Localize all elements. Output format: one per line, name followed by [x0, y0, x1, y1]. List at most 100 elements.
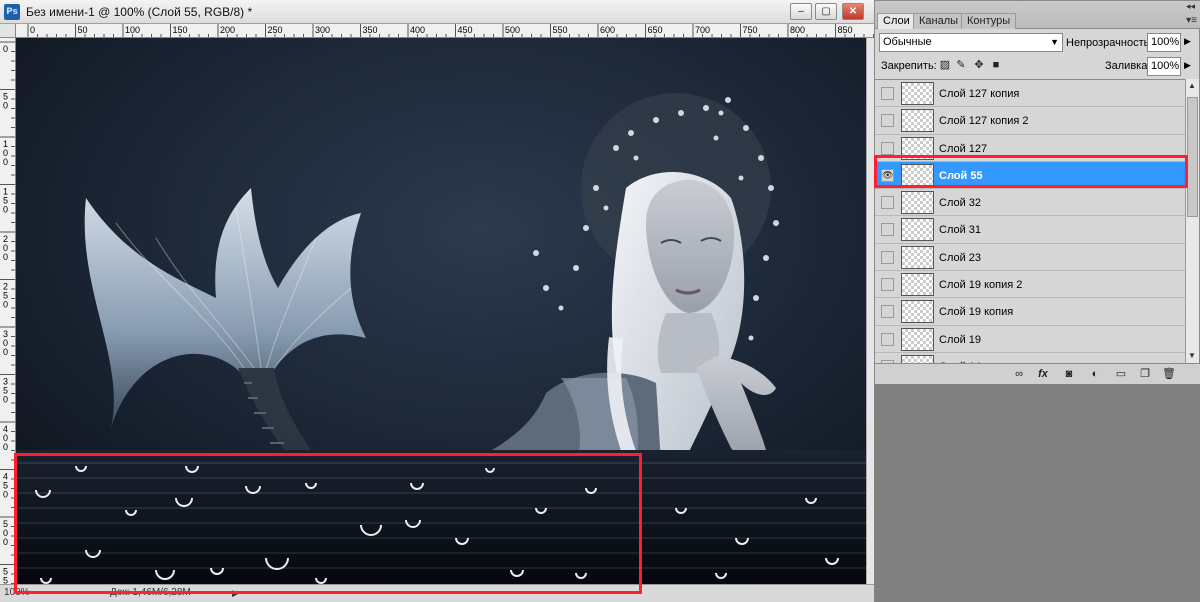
minimize-button[interactable]: –	[790, 3, 812, 20]
blend-mode-value: Обычные	[883, 36, 932, 48]
layers-panel-toolbar: ∞ fx ◙ ◐ ▭ ❐ 🗑	[875, 363, 1200, 384]
fill-arrow-icon[interactable]: ▶	[1184, 60, 1191, 71]
ruler-tick-label: 750	[743, 25, 758, 35]
layer-thumbnail	[901, 300, 934, 324]
ruler-tick-label: 800	[790, 25, 805, 35]
ruler-tick-label: 500	[505, 25, 520, 35]
scroll-down-icon[interactable]: ▼	[1188, 351, 1196, 360]
new-layer-icon[interactable]: ❐	[1137, 367, 1153, 382]
layer-list: Слой 127 копия Слой 127 копия 2 Слой 127 👁 С…	[875, 79, 1185, 363]
layer-row[interactable]: Слой 127 копия	[875, 80, 1185, 108]
tab-channels[interactable]: Каналы	[913, 13, 965, 29]
layer-row[interactable]: Слой 127 копия 2	[875, 107, 1185, 135]
ruler-tick-label: 350	[363, 25, 378, 35]
ruler-tick-label: 0	[3, 490, 8, 500]
opacity-input[interactable]: 100%	[1147, 33, 1181, 52]
layer-row[interactable]: Слой 32	[875, 189, 1185, 217]
close-button[interactable]: ✕	[842, 3, 864, 20]
water-highlight-box	[14, 453, 642, 594]
visibility-eye-icon[interactable]	[881, 196, 894, 210]
ruler-origin[interactable]	[0, 24, 16, 38]
photoshop-app-icon: Ps	[4, 4, 20, 20]
layer-thumbnail	[901, 82, 934, 105]
chevron-down-icon: ▼	[1050, 37, 1059, 47]
layer-row[interactable]: Слой 14	[875, 352, 1185, 363]
lock-position-icon[interactable]: ✥	[973, 59, 985, 71]
ruler-tick-label: 0	[3, 442, 8, 452]
tab-paths[interactable]: Контуры	[961, 13, 1017, 29]
new-group-icon[interactable]: ▭	[1113, 367, 1129, 382]
scroll-thumb[interactable]	[1187, 97, 1198, 217]
ruler-tick-label: 50	[78, 25, 88, 35]
opacity-label: Непрозрачность:	[1066, 37, 1153, 49]
add-mask-icon[interactable]: ◙	[1061, 367, 1077, 382]
tab-layers[interactable]: Слои	[877, 13, 916, 29]
panel-tabs: Слои Каналы Контуры ◂◂ ▾≡	[875, 1, 1200, 29]
link-layers-icon[interactable]: ∞	[1011, 367, 1027, 382]
document-titlebar[interactable]: Ps Без имени-1 @ 100% (Слой 55, RGB/8) *…	[0, 0, 874, 24]
photoshop-workspace: Ps Без имени-1 @ 100% (Слой 55, RGB/8) *…	[0, 0, 1200, 602]
scroll-up-icon[interactable]: ▲	[1188, 81, 1196, 90]
fill-input[interactable]: 100%	[1147, 57, 1181, 76]
layer-name: Слой 19 копия 2	[939, 279, 1023, 292]
visibility-eye-icon[interactable]	[881, 250, 894, 264]
ruler-tick-label: 0	[3, 395, 8, 405]
blend-mode-select[interactable]: Обычные ▼	[879, 33, 1063, 52]
layer-thumbnail	[901, 327, 934, 351]
layer-thumbnail	[901, 109, 934, 133]
opacity-arrow-icon[interactable]: ▶	[1184, 36, 1191, 47]
layer-row[interactable]: Слой 23	[875, 243, 1185, 272]
layer-name: Слой 32	[939, 197, 982, 210]
visibility-eye-icon[interactable]	[881, 332, 894, 346]
lock-brush-icon[interactable]: ✎	[955, 59, 967, 71]
restore-button[interactable]: ▢	[815, 3, 837, 20]
layer-row[interactable]: Слой 19 копия 2	[875, 271, 1185, 299]
ruler-tick-label: 0	[3, 300, 8, 310]
collapse-panel-icon[interactable]: ◂◂	[1186, 1, 1195, 12]
visibility-eye-icon[interactable]	[881, 87, 894, 100]
document-title: Без имени-1 @ 100% (Слой 55, RGB/8) *	[26, 5, 253, 19]
horizontal-ruler[interactable]: 0 50 100 150 200 250 300 350 400 450 500 550 600 650 7…	[16, 24, 874, 38]
visibility-eye-icon[interactable]	[881, 141, 894, 155]
canvas-vertical-scrollbar[interactable]	[866, 38, 874, 584]
layer-thumbnail	[901, 273, 934, 297]
ruler-tick-label: 0	[3, 157, 8, 167]
layer-row[interactable]: Слой 19	[875, 325, 1185, 353]
layers-panel: Слои Каналы Контуры ◂◂ ▾≡ Обычные ▼ Непр…	[874, 0, 1200, 384]
visibility-eye-icon[interactable]	[881, 278, 894, 292]
delete-layer-icon[interactable]: 🗑	[1161, 367, 1177, 382]
ruler-tick-label: 200	[220, 25, 235, 35]
ruler-tick-label: 250	[268, 25, 283, 35]
layer-name: Слой 19 копия	[939, 306, 1014, 319]
adjustment-layer-icon[interactable]: ◐	[1087, 367, 1103, 382]
ruler-tick-label: 700	[695, 25, 710, 35]
visibility-eye-icon[interactable]	[881, 114, 894, 128]
layer-name: Слой 23	[939, 251, 982, 264]
ruler-tick-label: 550	[553, 25, 568, 35]
layer-thumbnail	[901, 191, 934, 215]
ruler-tick-label: 300	[315, 25, 330, 35]
ruler-tick-label: 0	[3, 205, 8, 215]
layer-list-scrollbar[interactable]: ▲ ▼	[1185, 79, 1199, 363]
layer-row[interactable]: Слой 19 копия	[875, 298, 1185, 326]
ruler-tick-label: 100	[125, 25, 140, 35]
visibility-eye-icon[interactable]	[881, 223, 894, 237]
ruler-tick-label: 0	[30, 25, 35, 35]
layer-style-icon[interactable]: fx	[1035, 367, 1051, 382]
lock-transparency-icon[interactable]: ▨	[939, 59, 951, 71]
lock-all-icon[interactable]: ■	[990, 59, 1002, 71]
layer-name: Слой 127 копия 2	[939, 115, 1029, 128]
ruler-tick-label: 0	[3, 44, 8, 54]
layer-thumbnail	[901, 218, 934, 242]
layer-thumbnail	[901, 245, 934, 269]
layer-row[interactable]: Слой 31	[875, 216, 1185, 244]
panel-menu-icon[interactable]: ▾≡	[1186, 15, 1197, 26]
ruler-tick-label: 650	[648, 25, 663, 35]
ruler-tick-label: 850	[838, 25, 853, 35]
layer-name: Слой 31	[939, 224, 982, 237]
ruler-tick-label: 400	[410, 25, 425, 35]
ruler-tick-label: 450	[458, 25, 473, 35]
selected-layer-highlight-box	[874, 155, 1188, 188]
layer-thumbnail	[901, 354, 934, 363]
visibility-eye-icon[interactable]	[881, 305, 894, 319]
